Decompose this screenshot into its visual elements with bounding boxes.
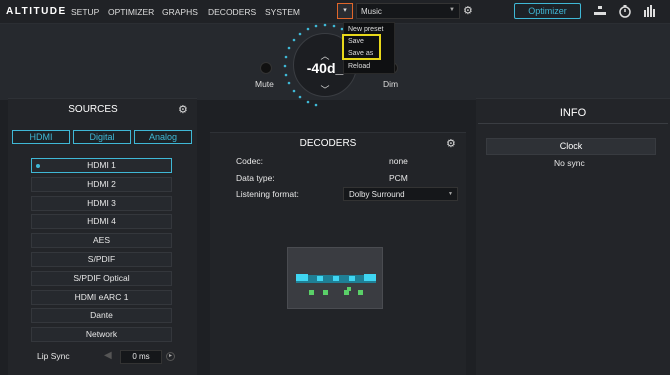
source-item-hdmi-earc1[interactable]: HDMI eARC 1 [31,290,172,305]
listening-format-value: Dolby Surround [349,190,405,199]
tab-hdmi[interactable]: HDMI [12,130,70,144]
menu-item-reload[interactable]: Reload [348,63,370,70]
datatype-value: PCM [389,173,408,183]
gear-icon[interactable]: ⚙ [463,4,473,17]
nav-setup[interactable]: SETUP [71,7,99,17]
optimizer-button[interactable]: Optimizer [514,3,581,19]
lip-sync-value[interactable]: 0 ms [120,350,162,364]
preset-value: Music [361,7,382,16]
codec-value: none [389,156,408,166]
source-item-network[interactable]: Network [31,327,172,342]
decoders-title: DECODERS [299,138,357,149]
source-item-hdmi3[interactable]: HDMI 3 [31,196,172,211]
preset-select[interactable]: Music ▼ [356,3,460,19]
mute-label[interactable]: Mute [255,79,274,89]
chevron-down-icon: ▼ [449,7,455,13]
chevron-down-icon: ▼ [448,191,453,197]
source-item-hdmi1[interactable]: HDMI 1 [31,158,172,173]
codec-label: Codec: [236,156,263,166]
gear-icon[interactable]: ⚙ [178,103,188,116]
logo: ALTITUDE [6,6,67,17]
preset-menu-button[interactable]: ▾ [337,3,353,19]
source-item-spdif-optical[interactable]: S/PDIF Optical [31,271,172,286]
datatype-label: Data type: [236,173,275,183]
source-item-aes[interactable]: AES [31,233,172,248]
sync-status: No sync [554,158,585,168]
increase-icon[interactable]: ▸ [166,352,175,361]
volume-down-icon[interactable]: ﹀ [318,83,332,96]
sources-title: SOURCES [68,104,118,115]
nav-optimizer[interactable]: OPTIMIZER [108,7,154,17]
nav-decoders[interactable]: DECODERS [208,7,256,17]
nav-graphs[interactable]: GRAPHS [162,7,198,17]
highlight-box [342,34,381,60]
levels-icon[interactable] [643,4,657,18]
source-label: HDMI 1 [87,160,116,170]
source-item-hdmi2[interactable]: HDMI 2 [31,177,172,192]
speaker-layout-icon[interactable] [593,4,607,18]
chevron-down-icon: ▾ [343,7,347,14]
timer-icon[interactable] [618,4,632,18]
source-item-dante[interactable]: Dante [31,308,172,323]
speaker-layout-display [287,247,383,309]
source-item-hdmi4[interactable]: HDMI 4 [31,214,172,229]
selected-dot-icon [36,164,40,168]
mute-knob[interactable] [260,62,272,74]
speaker-diagram [296,274,376,295]
listening-format-label: Listening format: [236,189,299,199]
info-title: INFO [559,107,587,119]
lip-sync-label: Lip Sync [37,351,70,361]
app-root: ALTITUDE SETUP OPTIMIZER GRAPHS DECODERS… [0,0,670,375]
tab-digital[interactable]: Digital [73,130,131,144]
menu-item-new-preset[interactable]: New preset [348,26,383,33]
nav-system[interactable]: SYSTEM [265,7,300,17]
dim-label[interactable]: Dim [383,79,398,89]
divider [478,123,668,124]
source-item-spdif[interactable]: S/PDIF [31,252,172,267]
decrease-icon[interactable]: ◀ [104,350,112,361]
tab-analog[interactable]: Analog [134,130,192,144]
clock-button[interactable]: Clock [486,138,656,155]
gear-icon[interactable]: ⚙ [446,137,456,150]
listening-format-select[interactable]: Dolby Surround ▼ [343,187,458,201]
